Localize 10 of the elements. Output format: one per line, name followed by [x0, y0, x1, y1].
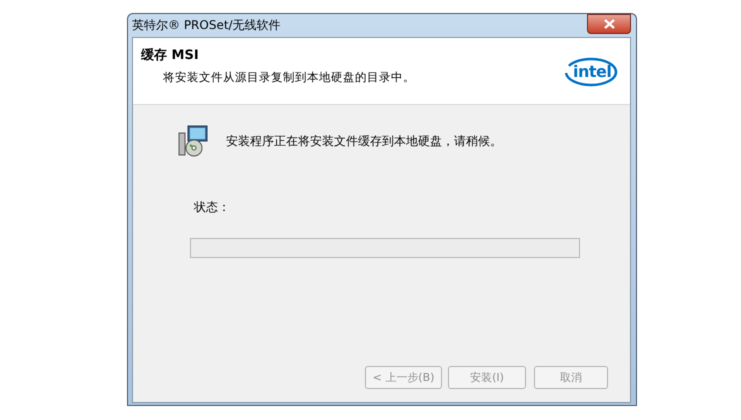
- page-description: 将安装文件从源目录复制到本地硬盘的目录中。: [163, 70, 415, 85]
- installer-icon: [178, 125, 210, 157]
- window-title: 英特尔® PROSet/无线软件: [132, 17, 281, 34]
- page-heading: 缓存 MSI: [141, 47, 200, 64]
- intel-logo: intel: [573, 62, 612, 81]
- close-button[interactable]: [587, 14, 631, 34]
- status-message: 安装程序正在将安装文件缓存到本地硬盘，请稍候。: [226, 132, 502, 150]
- status-label: 状态：: [194, 199, 231, 216]
- swoosh-icon: [564, 56, 618, 88]
- close-icon: [604, 18, 614, 28]
